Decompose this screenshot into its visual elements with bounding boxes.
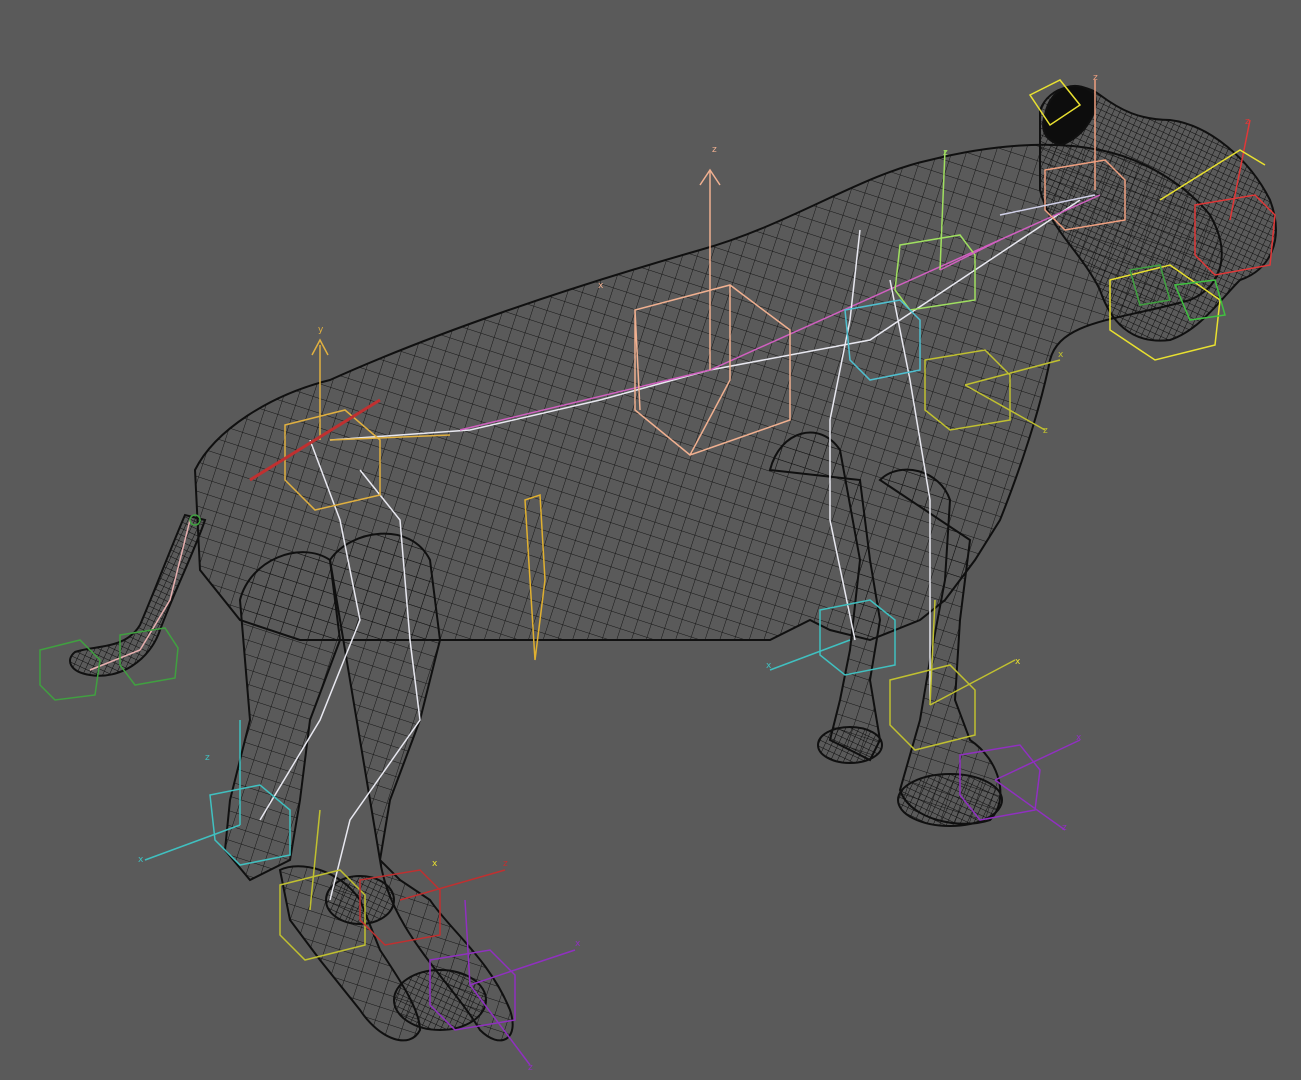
head-z-label: z (1093, 73, 1098, 83)
shoulder-z-label: z (1043, 426, 1048, 436)
pelvis-y-label: y (318, 325, 324, 335)
front-foot-z-label: z (1062, 823, 1067, 833)
rear-paw-right-mesh[interactable] (393, 969, 487, 1031)
rear-knee-z-label: z (205, 753, 210, 763)
wireframe-scene: z x y z z z x z x z x z x z x x x z (39, 73, 1277, 1073)
rear-heel-z-label: z (503, 859, 508, 869)
front-foot-x-label: x (1076, 733, 1082, 743)
neck-z-label: z (943, 148, 948, 158)
rear-foot-z-label: z (528, 1063, 533, 1073)
shoulder-x-label: x (1058, 350, 1064, 360)
rear-leg-left-mesh[interactable] (223, 551, 342, 882)
spine-z-label: z (712, 145, 717, 155)
rear-heel-x-label: x (432, 859, 438, 869)
rear-knee-x-label: x (138, 855, 144, 865)
spine-x-label: x (598, 281, 604, 291)
lion-mesh[interactable] (69, 85, 1277, 1042)
nose-z-label: z (1245, 117, 1250, 127)
front-paw-left-mesh[interactable] (817, 726, 883, 764)
3d-viewport[interactable]: z x y z z z x z x z x z x z x x x z (0, 0, 1301, 1080)
front-ankle-x-label: x (1015, 657, 1021, 667)
front-knee-x-label: x (766, 661, 772, 671)
rear-foot-x-label: x (575, 939, 581, 949)
